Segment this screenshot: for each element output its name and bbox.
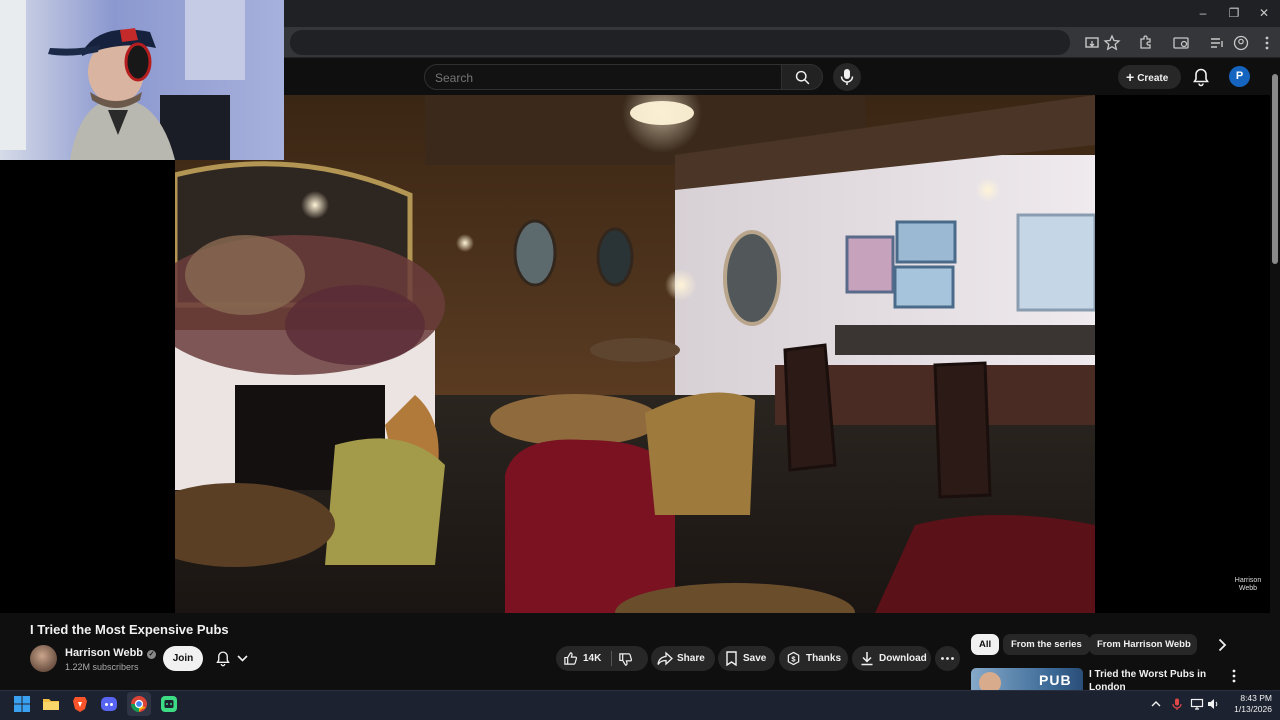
chip-from-the-series[interactable]: From the series xyxy=(1003,634,1090,655)
share-label: Share xyxy=(677,653,705,664)
streamer-webcam-image xyxy=(0,0,284,160)
split-view-icon[interactable] xyxy=(1171,33,1191,53)
subscription-bell-button[interactable] xyxy=(209,646,257,671)
download-icon xyxy=(861,652,873,666)
discord-icon[interactable] xyxy=(99,694,119,714)
volume-icon[interactable] xyxy=(1206,697,1220,711)
recommendation-menu-icon[interactable] xyxy=(1228,668,1240,684)
thanks-button[interactable]: $ Thanks xyxy=(779,646,848,671)
save-bookmark-icon xyxy=(726,651,737,666)
watermark-line-2: Webb xyxy=(1238,585,1258,592)
download-label: Download xyxy=(879,653,927,664)
search-box[interactable] xyxy=(424,64,782,90)
brave-browser-icon[interactable] xyxy=(70,694,90,714)
thanks-dollar-icon: $ xyxy=(787,651,800,666)
chip-all[interactable]: All xyxy=(971,634,1000,655)
video-frame[interactable] xyxy=(175,95,1095,613)
windows-start-icon[interactable] xyxy=(12,694,32,714)
plus-icon: + xyxy=(1126,69,1135,85)
thumbs-down-icon xyxy=(619,653,633,666)
video-player[interactable] xyxy=(0,95,1280,613)
channel-watermark: Harrison Webb xyxy=(1228,577,1268,593)
search-icon xyxy=(795,70,810,85)
download-button[interactable]: Download xyxy=(852,646,931,671)
thumbnail-text: PUB xyxy=(1039,672,1072,688)
create-label: Create xyxy=(1137,73,1169,84)
recommendation-title[interactable]: I Tried the Worst Pubs in London xyxy=(1089,668,1209,690)
account-avatar[interactable]: P xyxy=(1229,66,1250,87)
windows-taskbar xyxy=(0,690,1280,720)
dislike-button[interactable] xyxy=(612,646,648,671)
page-scrollbar[interactable] xyxy=(1270,62,1280,688)
close-button[interactable]: ✕ xyxy=(1249,4,1279,22)
file-explorer-icon[interactable] xyxy=(41,694,61,714)
thumbnail-face xyxy=(979,672,1001,690)
svg-text:$: $ xyxy=(791,654,796,663)
clock-time: 8:43 PM xyxy=(1240,693,1272,703)
media-controls-icon[interactable] xyxy=(1207,33,1227,53)
chevron-right-icon[interactable] xyxy=(1213,636,1231,654)
channel-name[interactable]: Harrison Webb ✓ xyxy=(65,647,157,659)
channel-avatar[interactable] xyxy=(30,645,57,672)
like-count: 14K xyxy=(583,653,602,664)
profile-icon[interactable] xyxy=(1231,33,1251,53)
taskbar-clock[interactable]: 8:43 PM 1/13/2026 xyxy=(1222,693,1272,715)
clock-date: 1/13/2026 xyxy=(1234,704,1272,714)
bookmark-star-icon[interactable] xyxy=(1102,33,1122,53)
chevron-down-icon xyxy=(237,655,248,662)
notifications-bell-icon[interactable] xyxy=(1192,67,1210,87)
thanks-label: Thanks xyxy=(806,653,842,664)
bell-icon xyxy=(216,651,230,667)
share-button[interactable]: Share xyxy=(651,646,715,671)
save-button[interactable]: Save xyxy=(718,646,775,671)
browser-menu-icon[interactable] xyxy=(1257,33,1277,53)
video-title: I Tried the Most Expensive Pubs xyxy=(30,622,229,637)
chip-from-harrison-webb[interactable]: From Harrison Webb xyxy=(1089,634,1197,655)
create-button[interactable]: + Create xyxy=(1118,65,1181,89)
tray-overflow-chevron-icon[interactable] xyxy=(1149,697,1163,711)
extensions-icon[interactable] xyxy=(1136,33,1156,53)
thumbs-up-icon xyxy=(564,652,578,665)
android-studio-icon[interactable] xyxy=(159,694,179,714)
recommendation-thumbnail[interactable]: PUB xyxy=(971,668,1083,690)
address-bar[interactable] xyxy=(290,30,1070,55)
microphone-icon xyxy=(840,69,854,85)
screen: – ❐ ✕ +Create P xyxy=(0,0,1280,720)
minimize-button[interactable]: – xyxy=(1188,4,1218,22)
more-actions-button[interactable] xyxy=(935,646,960,671)
like-button[interactable]: 14K xyxy=(556,646,611,671)
voice-search-button[interactable] xyxy=(833,63,861,91)
save-label: Save xyxy=(743,653,767,664)
microphone-tray-icon[interactable] xyxy=(1170,697,1184,711)
more-horizontal-icon xyxy=(941,657,954,660)
install-app-icon[interactable] xyxy=(1082,33,1102,53)
subscriber-count: 1.22M subscribers xyxy=(65,662,139,672)
chrome-icon[interactable] xyxy=(129,694,149,714)
restore-button[interactable]: ❐ xyxy=(1219,4,1249,22)
scrollbar-thumb[interactable] xyxy=(1272,74,1278,264)
share-arrow-icon xyxy=(657,651,673,666)
webcam-overlay xyxy=(0,0,284,160)
watermark-line-1: Harrison xyxy=(1234,577,1262,584)
search-input[interactable] xyxy=(435,69,765,87)
channel-name-text[interactable]: Harrison Webb xyxy=(65,647,143,659)
verified-check-icon: ✓ xyxy=(147,650,157,659)
pub-interior-video-still xyxy=(175,95,1095,613)
network-icon[interactable] xyxy=(1190,697,1204,711)
search-button[interactable] xyxy=(781,64,823,90)
join-button[interactable]: Join xyxy=(163,646,203,671)
